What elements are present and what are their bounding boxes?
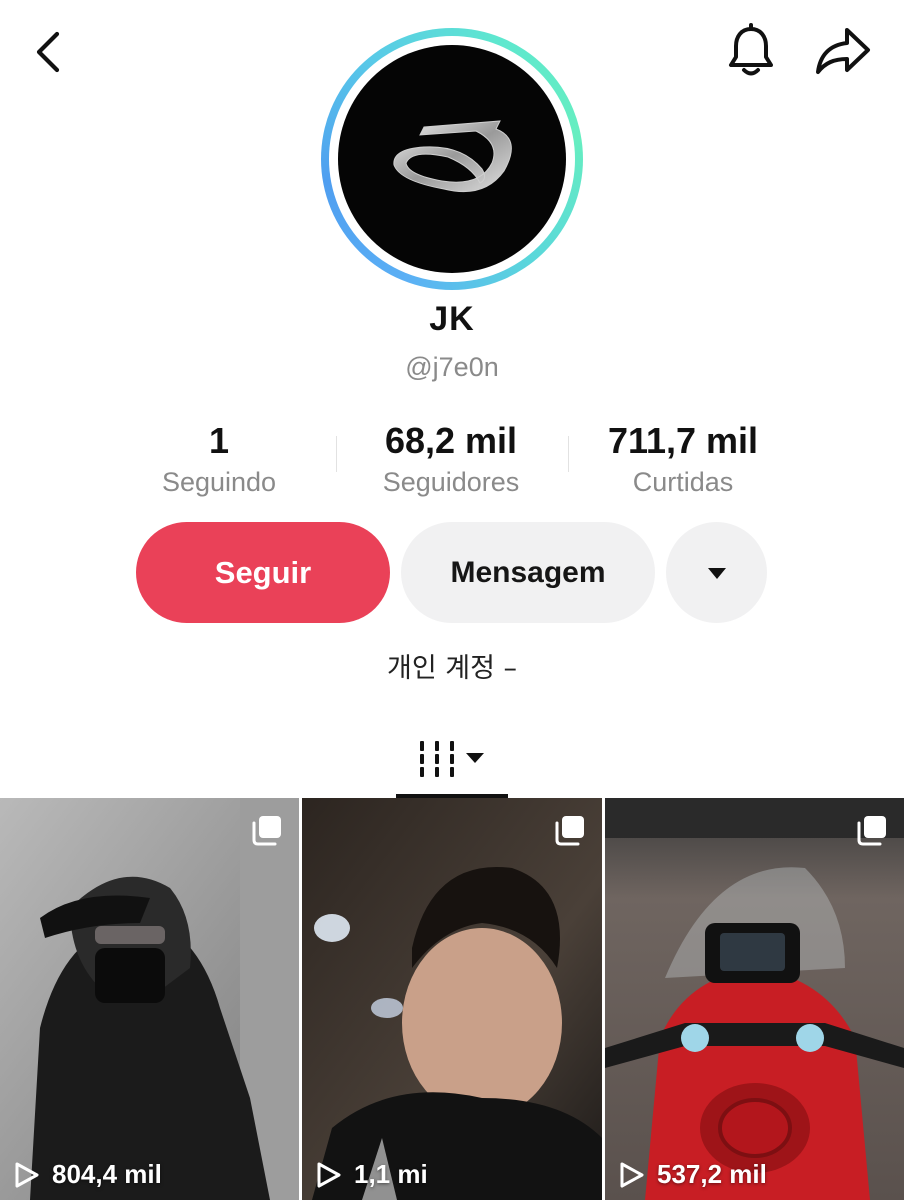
stat-followers[interactable]: 68,2 mil Seguidores [341,418,561,499]
stat-likes-value: 711,7 mil [607,420,759,461]
stat-followers-label: Seguidores [382,467,520,497]
share-button[interactable] [812,22,874,80]
video-grid: 804,4 mil 1,1 mi 537,2 mil [0,798,904,1200]
video-views-count: 804,4 mil [52,1159,162,1189]
avatar-story-ring[interactable] [321,28,583,290]
play-icon [316,1161,342,1189]
stat-following-value: 1 [208,420,230,461]
stat-following-label: Seguindo [161,467,277,497]
stat-following[interactable]: 1 Seguindo [109,418,329,499]
play-icon [619,1161,645,1189]
play-icon [14,1161,40,1189]
multi-photo-icon [857,816,886,846]
display-name: JK [429,300,475,338]
multi-photo-icon [252,816,281,846]
follow-button[interactable]: Seguir [136,522,390,623]
message-button[interactable]: Mensagem [401,522,655,623]
notifications-button[interactable] [722,22,780,80]
video-views-count: 537,2 mil [657,1159,767,1189]
profile-actions: Seguir Mensagem [0,522,904,624]
video-tile[interactable]: 804,4 mil [0,798,299,1200]
bio-text: 개인 계정 – [386,653,518,684]
username: @j7e0n [405,352,499,382]
share-arrow-icon [816,28,870,74]
video-tile[interactable]: 1,1 mi [302,798,602,1200]
stat-likes-label: Curtidas [632,467,734,497]
caret-down-icon [707,567,726,579]
stat-followers-value: 68,2 mil [384,420,518,461]
stat-likes[interactable]: 711,7 mil Curtidas [573,418,793,499]
video-views: 804,4 mil [14,1159,162,1190]
chevron-left-icon [36,31,60,73]
avatar [338,45,566,273]
content-tabs [0,720,904,798]
stat-divider [336,436,337,472]
tab-videos[interactable] [396,720,508,798]
video-thumbnail [0,798,299,1200]
profile-stats: 1 Seguindo 68,2 mil Seguidores 711,7 mil… [0,418,904,508]
video-thumbnail [302,798,602,1200]
back-button[interactable] [22,26,74,78]
more-options-button[interactable] [666,522,767,623]
jk-logo-icon [393,120,512,193]
video-views: 537,2 mil [619,1159,767,1190]
video-tile[interactable]: 537,2 mil [605,798,904,1200]
multi-photo-icon [555,816,584,846]
video-views-count: 1,1 mi [354,1159,428,1189]
stat-divider [568,436,569,472]
grid-lines-icon [420,741,484,777]
video-thumbnail [605,798,904,1200]
bell-icon [729,23,773,76]
video-views: 1,1 mi [316,1159,428,1190]
